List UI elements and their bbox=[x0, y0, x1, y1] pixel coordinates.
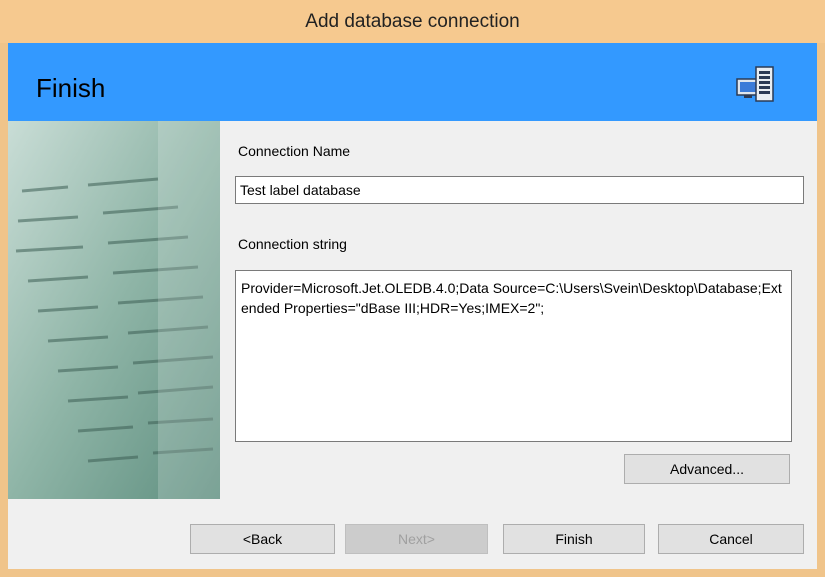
connection-name-label: Connection Name bbox=[238, 143, 351, 159]
title-bar[interactable]: Add database connection bbox=[0, 0, 825, 43]
connection-string-label: Connection string bbox=[238, 236, 347, 252]
dialog-window: Add database connection Finish Connectio… bbox=[0, 0, 825, 577]
wizard-banner: Finish bbox=[8, 43, 817, 121]
dialog-client-area: Finish Connection Name Test label databa… bbox=[8, 43, 817, 569]
next-button[interactable]: Next> bbox=[345, 524, 488, 554]
advanced-button[interactable]: Advanced... bbox=[624, 454, 790, 484]
banner-title: Finish bbox=[36, 73, 106, 103]
connection-string-textarea[interactable]: Provider=Microsoft.Jet.OLEDB.4.0;Data So… bbox=[235, 270, 792, 442]
connection-name-input[interactable]: Test label database bbox=[235, 176, 804, 204]
wizard-sidebar-image bbox=[8, 121, 220, 499]
finish-button[interactable]: Finish bbox=[503, 524, 645, 554]
back-button[interactable]: <Back bbox=[190, 524, 335, 554]
cancel-button[interactable]: Cancel bbox=[658, 524, 804, 554]
window-title: Add database connection bbox=[305, 11, 520, 32]
network-computers-icon bbox=[736, 66, 774, 102]
